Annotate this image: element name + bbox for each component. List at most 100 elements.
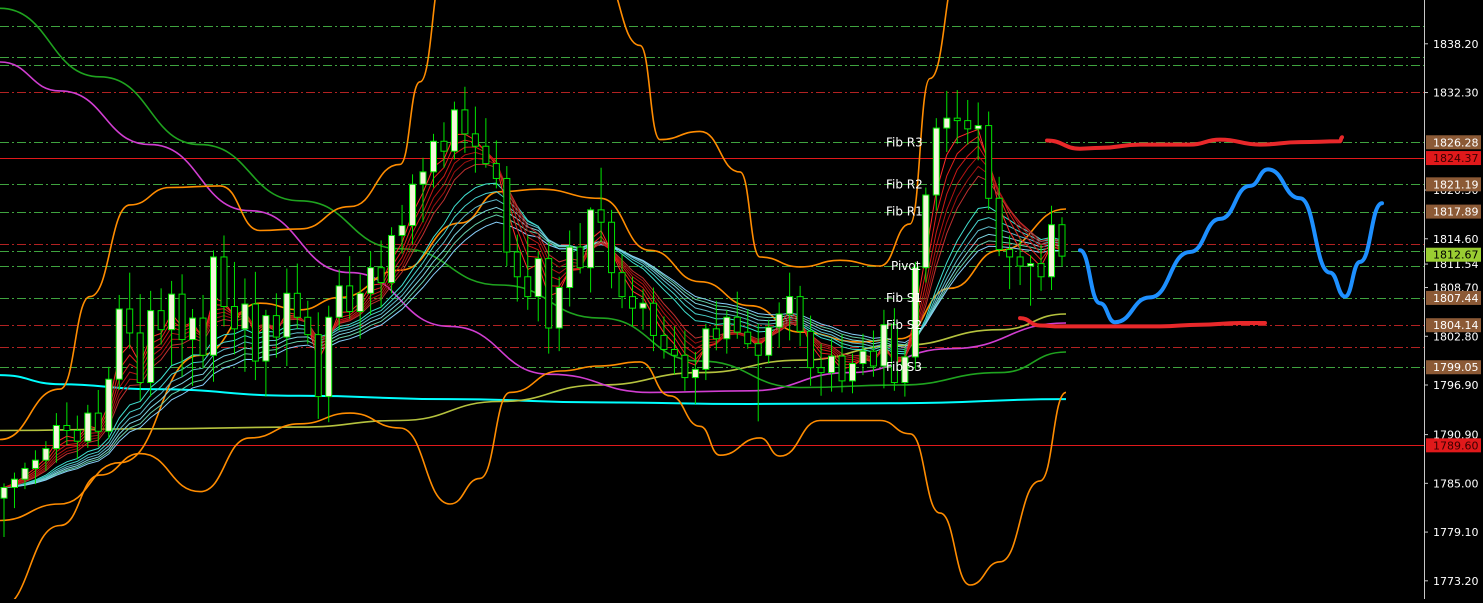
- candle-body: [953, 117, 961, 122]
- candle-body: [189, 317, 197, 341]
- candle-body: [94, 412, 102, 432]
- candle-body: [126, 308, 134, 334]
- candle-body: [995, 197, 1003, 251]
- candle-body: [377, 267, 385, 284]
- candle-body: [555, 287, 563, 329]
- price-tag-label: 1821.19: [1433, 178, 1479, 191]
- candle-body: [733, 316, 741, 333]
- price-tick-label: 1779.10: [1433, 526, 1479, 539]
- candle-body: [388, 234, 396, 284]
- candle-body: [325, 316, 333, 398]
- candle-body: [503, 177, 511, 253]
- candle-body: [754, 343, 762, 356]
- price-tag-label: 1812.67: [1433, 249, 1479, 262]
- trading-chart[interactable]: Fib R3 Fib R2 Fib R1 Pivot Fib S1 Fib S2 Fib S…: [0, 0, 1483, 603]
- candle-body: [409, 183, 417, 227]
- candle-body: [1048, 224, 1056, 278]
- candle-body: [828, 355, 836, 374]
- candle-body: [210, 256, 218, 356]
- price-tick-label: 1802.80: [1433, 330, 1479, 343]
- candle-body: [712, 328, 720, 340]
- candle-body: [943, 117, 951, 129]
- candle: [985, 111, 993, 210]
- candle-body: [1027, 263, 1035, 267]
- price-tag-label: 1826.28: [1433, 136, 1479, 149]
- candle-body: [314, 334, 322, 398]
- candle-body: [681, 354, 689, 379]
- candle-body: [450, 109, 458, 152]
- candle-body: [304, 316, 312, 336]
- candle-body: [775, 313, 783, 328]
- candle-body: [796, 296, 804, 332]
- candle-body: [964, 120, 972, 130]
- candle-body: [346, 285, 354, 312]
- price-tick-label: 1814.60: [1433, 233, 1479, 246]
- price-tick-label: 1838.20: [1433, 38, 1479, 51]
- candle-body: [293, 292, 301, 318]
- candle-body: [576, 246, 584, 269]
- candle-body: [587, 209, 595, 269]
- candle-body: [869, 350, 877, 367]
- candle-body: [251, 303, 259, 362]
- candle-body: [492, 163, 500, 179]
- fib-label: Fib S3: [886, 360, 922, 374]
- candle-body: [639, 302, 647, 309]
- candle-body: [461, 109, 469, 135]
- price-chart[interactable]: Fib R3 Fib R2 Fib R1 Pivot Fib S1 Fib S2 Fib S…: [0, 0, 1483, 603]
- candle: [503, 166, 511, 267]
- price-tag-label: 1789.60: [1433, 439, 1479, 452]
- fib-label: Fib R1: [886, 205, 923, 219]
- candle-body: [566, 246, 574, 289]
- candle-body: [545, 258, 553, 329]
- candle-body: [859, 350, 867, 365]
- fib-label: Pivot: [891, 259, 921, 273]
- price-tick-label: 1773.20: [1433, 575, 1479, 588]
- candle-body: [157, 310, 165, 331]
- candle-body: [136, 332, 144, 384]
- candle-body: [21, 467, 29, 480]
- candle-body: [911, 267, 919, 358]
- candle-body: [629, 296, 637, 309]
- candle-body: [534, 258, 542, 298]
- candle-body: [230, 306, 238, 330]
- candle-body: [744, 331, 752, 345]
- candle-body: [440, 140, 448, 152]
- candle-body: [429, 140, 437, 173]
- candle-body: [42, 448, 50, 461]
- candle-body: [807, 330, 815, 369]
- candle-body: [817, 367, 825, 374]
- candle-body: [241, 303, 249, 330]
- candle-body: [524, 276, 532, 298]
- candle-body: [691, 368, 699, 379]
- candle-body: [283, 292, 291, 338]
- candle-body: [702, 328, 710, 370]
- candle-body: [272, 315, 280, 338]
- candle-body: [73, 429, 81, 442]
- candle-body: [670, 348, 678, 356]
- candle-body: [618, 272, 626, 298]
- candle-body: [597, 209, 605, 223]
- candle: [911, 261, 919, 370]
- candle-body: [63, 424, 71, 431]
- candle-body: [985, 125, 993, 199]
- price-tag-label: 1799.05: [1433, 361, 1479, 374]
- candle-body: [105, 378, 113, 432]
- candle-body: [786, 296, 794, 315]
- candle-body: [848, 363, 856, 382]
- price-tick-label: 1832.30: [1433, 87, 1479, 100]
- candle-body: [513, 251, 521, 278]
- candle-body: [220, 256, 228, 308]
- fib-label: Fib S2: [886, 318, 922, 332]
- candle-body: [84, 412, 92, 442]
- price-tag-label: 1804.14: [1433, 319, 1479, 332]
- candle-body: [765, 326, 773, 356]
- candle-body: [608, 221, 616, 274]
- candle-body: [168, 293, 176, 331]
- candle-body: [1037, 263, 1045, 278]
- price-tag-label: 1824.37: [1433, 152, 1479, 165]
- fib-label: Fib R3: [886, 135, 923, 149]
- candle-body: [52, 424, 60, 450]
- fib-label: Fib S1: [886, 291, 922, 305]
- candle-body: [1006, 249, 1014, 258]
- candle-body: [1058, 224, 1066, 257]
